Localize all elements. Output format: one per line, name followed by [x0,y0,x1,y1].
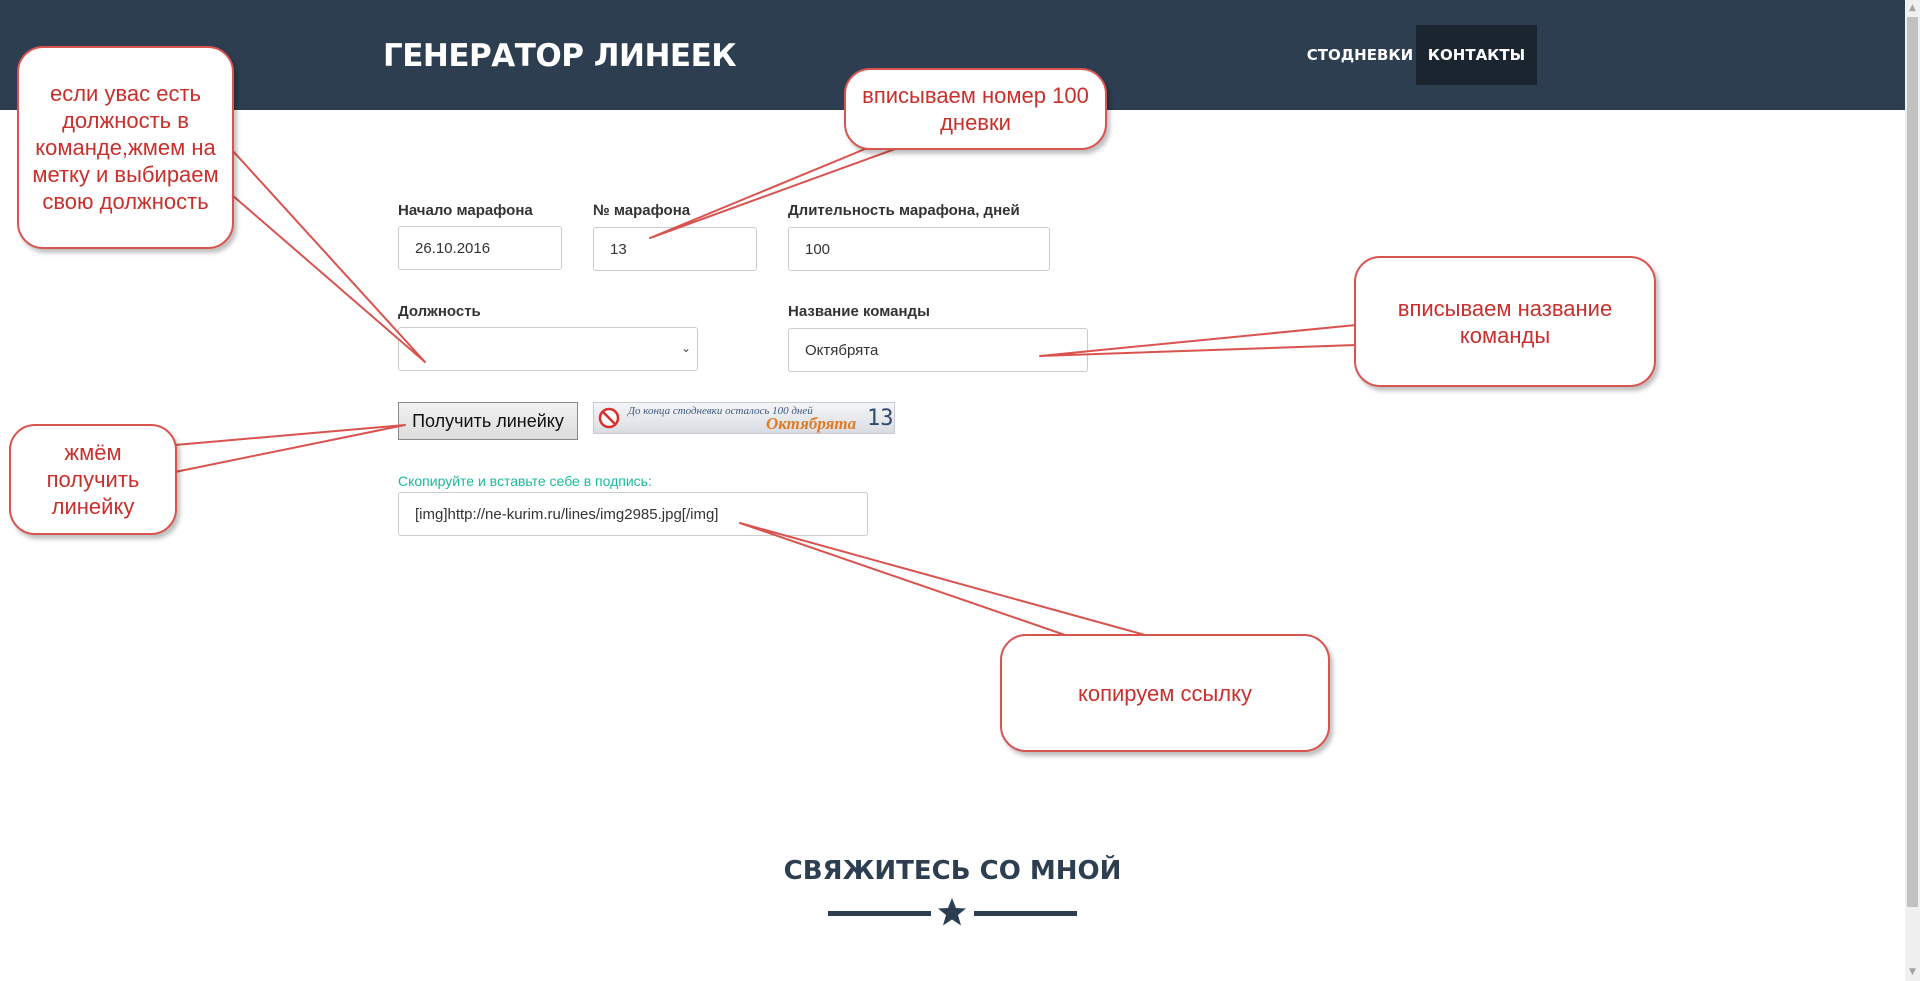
start-label: Начало марафона [398,202,533,219]
divider-right [974,911,1077,916]
copy-hint: Скопируйте и вставьте себе в подпись: [398,473,652,489]
callout-number: вписываем номер 100 дневки [844,68,1107,150]
nav-link-contacts[interactable]: КОНТАКТЫ [1416,25,1537,85]
get-ruler-button[interactable]: Получить линейку [398,402,578,440]
duration-label: Длительность марафона, дней [788,202,1020,219]
team-name-input[interactable] [788,328,1088,372]
ruler-team: Октябрята [766,414,857,433]
ruler-preview: До конца стодневки осталось 100 дней Окт… [593,402,895,434]
callout-position: если увас есть должность в команде,жмем … [17,46,234,249]
page: ГЕНЕРАТОР ЛИНЕЕК СТОДНЕВКИ КОНТАКТЫ Нача… [0,0,1920,981]
scroll-up-arrow-icon[interactable]: ▲ [1905,0,1920,17]
position-label: Должность [398,303,481,320]
team-label: Название команды [788,303,930,320]
number-label: № марафона [593,202,691,219]
nav-link-stodnevki[interactable]: СТОДНЕВКИ [1285,25,1435,85]
copy-link-input[interactable] [398,492,868,536]
scrollbar[interactable]: ▲ ▼ [1905,0,1920,981]
brand-title[interactable]: ГЕНЕРАТОР ЛИНЕЕК [383,38,737,74]
chevron-down-icon: ⌄ [681,341,692,355]
callout-team: вписываем название команды [1354,256,1656,387]
star-icon [938,898,966,926]
duration-input[interactable] [788,227,1050,271]
scroll-down-arrow-icon[interactable]: ▼ [1905,964,1920,981]
callout-button: жмём получить линейку [9,424,177,535]
position-select[interactable] [398,327,698,371]
prohibited-icon [598,407,620,429]
start-date-input[interactable] [398,226,562,270]
contact-title: СВЯЖИТЕСЬ СО МНОЙ [783,856,1122,886]
scroll-thumb[interactable] [1907,17,1918,907]
callout-copy: копируем ссылку [1000,634,1330,752]
ruler-number: 13 [867,406,894,431]
divider-left [828,911,931,916]
marathon-number-input[interactable] [593,227,757,271]
